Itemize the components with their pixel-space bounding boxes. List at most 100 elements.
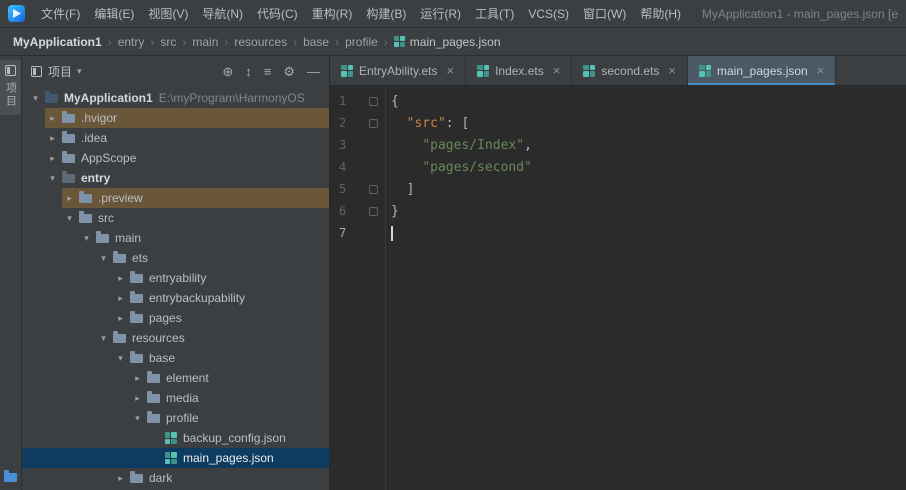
- chevron-collapsed-icon[interactable]: ▸: [62, 193, 77, 204]
- locate-file-icon[interactable]: ⊕: [222, 65, 233, 78]
- breadcrumb-item-profile[interactable]: profile: [342, 34, 381, 50]
- tree-item-idea[interactable]: ▸ .idea: [22, 128, 329, 148]
- tree-item-ets[interactable]: ▾ ets: [22, 248, 329, 268]
- menu-item-5[interactable]: 重构(R): [305, 2, 360, 25]
- chevron-expanded-icon[interactable]: ▾: [45, 173, 60, 184]
- chevron-collapsed-icon[interactable]: ▸: [130, 373, 145, 384]
- breadcrumb-item-entry[interactable]: entry: [115, 34, 148, 50]
- editor-tab-main-pages-json[interactable]: main_pages.json ×: [688, 56, 837, 85]
- chevron-expanded-icon[interactable]: ▾: [113, 353, 128, 364]
- tree-item-element[interactable]: ▸ element: [22, 368, 329, 388]
- editor-line-2: 2 "src": [: [330, 112, 906, 134]
- tree-item-appscope[interactable]: ▸ AppScope: [22, 148, 329, 168]
- breadcrumb-item-src[interactable]: src: [157, 34, 179, 50]
- tree-item-src[interactable]: ▾ src: [22, 208, 329, 228]
- tree-item-myapplication1[interactable]: ▾ MyApplication1 E:\myProgram\HarmonyOS: [22, 88, 329, 108]
- editor-pane: EntryAbility.ets × Index.ets × second.ets × ma…: [330, 56, 906, 490]
- tree-item-pages[interactable]: ▸ pages: [22, 308, 329, 328]
- breadcrumb-item-resources[interactable]: resources: [231, 34, 290, 50]
- tree-item-label: .hvigor: [81, 111, 118, 125]
- editor[interactable]: 1{2 "src": [3 "pages/Index", 4 "pages/sec…: [330, 86, 906, 490]
- chevron-expanded-icon[interactable]: ▾: [28, 93, 43, 104]
- line-number: 6: [339, 204, 347, 218]
- menu-item-10[interactable]: 窗口(W): [576, 2, 633, 25]
- chevron-collapsed-icon[interactable]: ▸: [113, 273, 128, 284]
- fold-marker-icon[interactable]: [369, 118, 378, 128]
- fold-marker-icon[interactable]: [369, 184, 378, 194]
- tree-item-label: pages: [149, 311, 182, 325]
- code-token: }: [391, 203, 399, 219]
- project-panel-title[interactable]: 项目: [48, 63, 72, 80]
- tree-item-dark[interactable]: ▸ dark: [22, 468, 329, 488]
- project-panel: 项目 ▾ ⊕ ↕ ≡ ⚙ — ▾ MyApplication1 E:\myProgram\H…: [22, 56, 330, 490]
- menu-item-4[interactable]: 代码(C): [250, 2, 305, 25]
- chevron-expanded-icon[interactable]: ▾: [96, 333, 111, 344]
- editor-tab-index-ets[interactable]: Index.ets ×: [466, 56, 573, 85]
- menu-item-0[interactable]: 文件(F): [34, 2, 87, 25]
- tree-item-profile[interactable]: ▾ profile: [22, 408, 329, 428]
- tab-close-icon[interactable]: ×: [668, 63, 676, 78]
- project-toolwindow-button[interactable]: 项目: [0, 60, 21, 115]
- menu-item-3[interactable]: 导航(N): [195, 2, 250, 25]
- code-line: [385, 225, 393, 241]
- menu-item-9[interactable]: VCS(S): [521, 4, 576, 24]
- editor-tab-second-ets[interactable]: second.ets ×: [572, 56, 688, 85]
- tab-close-icon[interactable]: ×: [553, 63, 561, 78]
- chevron-collapsed-icon[interactable]: ▸: [113, 293, 128, 304]
- chevron-expanded-icon[interactable]: ▾: [130, 413, 145, 424]
- tree-item-base[interactable]: ▾ base: [22, 348, 329, 368]
- tree-item-hvigor[interactable]: ▸ .hvigor: [22, 108, 329, 128]
- tree-item-resources[interactable]: ▾ resources: [22, 328, 329, 348]
- menu-item-6[interactable]: 构建(B): [359, 2, 413, 25]
- tree-item-media[interactable]: ▸ media: [22, 388, 329, 408]
- tree-item-backup-config-json[interactable]: backup_config.json: [22, 428, 329, 448]
- menu-items: 文件(F) 编辑(E) 视图(V) 导航(N) 代码(C) 重构(R) 构建(B) 运行(R)…: [34, 2, 688, 25]
- expand-all-icon[interactable]: ↕: [245, 65, 252, 78]
- tree-item-entry[interactable]: ▾ entry: [22, 168, 329, 188]
- chevron-collapsed-icon[interactable]: ▸: [113, 473, 128, 484]
- menu-item-11[interactable]: 帮助(H): [633, 2, 688, 25]
- code-token: "src": [406, 115, 446, 131]
- tree-item-entryability[interactable]: ▸ entryability: [22, 268, 329, 288]
- breadcrumb-item-main-pages-json[interactable]: main_pages.json: [391, 34, 504, 50]
- collapse-all-icon[interactable]: ≡: [264, 65, 272, 78]
- menu-item-1[interactable]: 编辑(E): [87, 2, 141, 25]
- chevron-expanded-icon[interactable]: ▾: [96, 253, 111, 264]
- tab-close-icon[interactable]: ×: [817, 63, 825, 78]
- fold-marker-icon[interactable]: [369, 206, 378, 216]
- menu-item-2[interactable]: 视图(V): [141, 2, 195, 25]
- tree-item-entrybackupability[interactable]: ▸ entrybackupability: [22, 288, 329, 308]
- tab-close-icon[interactable]: ×: [446, 63, 454, 78]
- chevron-expanded-icon[interactable]: ▾: [62, 213, 77, 224]
- hide-panel-icon[interactable]: —: [307, 65, 320, 78]
- line-number: 1: [339, 94, 347, 108]
- tree-item-main[interactable]: ▾ main: [22, 228, 329, 248]
- chevron-collapsed-icon[interactable]: ▸: [45, 153, 60, 164]
- folder-toolwindow-icon[interactable]: [4, 470, 17, 482]
- chevron-down-icon[interactable]: ▾: [77, 66, 82, 77]
- menu-item-8[interactable]: 工具(T): [468, 2, 521, 25]
- json-file-icon: [162, 452, 179, 464]
- tree-item-main-pages-json[interactable]: main_pages.json: [22, 448, 329, 468]
- editor-line-6: 6}: [330, 200, 906, 222]
- chevron-collapsed-icon[interactable]: ▸: [45, 113, 60, 124]
- breadcrumb-item-myapplication1[interactable]: MyApplication1: [10, 34, 105, 50]
- breadcrumb-separator: ›: [335, 34, 340, 49]
- breadcrumb-separator: ›: [182, 34, 187, 49]
- code-token: ,: [524, 137, 532, 153]
- fold-marker-icon[interactable]: [369, 96, 378, 106]
- settings-gear-icon[interactable]: ⚙: [283, 65, 295, 78]
- menu-bar: 文件(F) 编辑(E) 视图(V) 导航(N) 代码(C) 重构(R) 构建(B) 运行(R)…: [0, 0, 906, 28]
- editor-tab-entryability-ets[interactable]: EntryAbility.ets ×: [330, 56, 467, 85]
- menu-item-7[interactable]: 运行(R): [413, 2, 468, 25]
- breadcrumb-item-base[interactable]: base: [300, 34, 332, 50]
- chevron-collapsed-icon[interactable]: ▸: [130, 393, 145, 404]
- chevron-expanded-icon[interactable]: ▾: [79, 233, 94, 244]
- breadcrumb-item-main[interactable]: main: [189, 34, 221, 50]
- chevron-collapsed-icon[interactable]: ▸: [113, 313, 128, 324]
- folder-icon: [111, 250, 128, 263]
- ide-window: 文件(F) 编辑(E) 视图(V) 导航(N) 代码(C) 重构(R) 构建(B) 运行(R)…: [0, 0, 906, 490]
- breadcrumb-separator: ›: [150, 34, 155, 49]
- tree-item-preview[interactable]: ▸ .preview: [22, 188, 329, 208]
- chevron-collapsed-icon[interactable]: ▸: [45, 133, 60, 144]
